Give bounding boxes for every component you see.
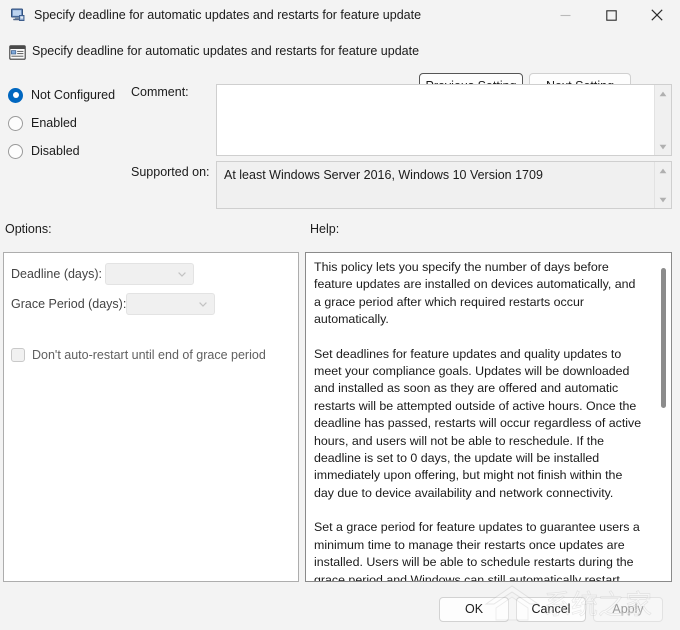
apply-button[interactable]: Apply (593, 597, 663, 622)
radio-label: Enabled (31, 116, 77, 130)
group-policy-setting-window: Specify deadline for automatic updates a… (0, 0, 680, 630)
title-bar: Specify deadline for automatic updates a… (0, 0, 680, 30)
minimize-button[interactable] (542, 0, 588, 30)
no-auto-restart-checkbox-row[interactable]: Don't auto-restart until end of grace pe… (11, 348, 266, 362)
chevron-down-icon (177, 269, 187, 279)
scroll-down-icon[interactable] (655, 191, 671, 208)
help-text: This policy lets you specify the number … (314, 259, 644, 582)
close-button[interactable] (634, 0, 680, 30)
scroll-down-icon[interactable] (655, 138, 671, 155)
supported-scrollbar[interactable] (654, 162, 671, 208)
policy-header: Specify deadline for automatic updates a… (0, 30, 680, 99)
help-scrollbar-thumb[interactable] (661, 268, 666, 408)
deadline-label: Deadline (days): (11, 267, 103, 281)
help-paragraph: This policy lets you specify the number … (314, 260, 636, 327)
comment-label: Comment: (131, 85, 189, 99)
radio-label: Not Configured (31, 88, 116, 102)
radio-indicator (8, 143, 23, 159)
supported-on-box: At least Windows Server 2016, Windows 10… (216, 161, 672, 209)
grace-period-label: Grace Period (days): (11, 297, 127, 311)
cancel-button[interactable]: Cancel (516, 597, 586, 622)
help-scrollbar[interactable] (657, 254, 670, 581)
no-auto-restart-label: Don't auto-restart until end of grace pe… (32, 348, 266, 362)
radio-label: Disabled (31, 144, 80, 158)
options-panel: Deadline (days): Grace Period (days): Do… (3, 252, 299, 582)
radio-indicator-selected (8, 87, 23, 103)
supported-on-label: Supported on: (131, 165, 210, 179)
grace-period-combobox[interactable] (126, 293, 215, 315)
radio-indicator (8, 115, 23, 131)
help-paragraph: Set deadlines for feature updates and qu… (314, 346, 642, 500)
radio-enabled[interactable]: Enabled (8, 114, 77, 132)
comment-textarea[interactable] (216, 84, 672, 156)
help-caption: Help: (310, 222, 340, 236)
checkbox-indicator (11, 348, 25, 362)
deadline-combobox[interactable] (105, 263, 194, 285)
help-panel[interactable]: This policy lets you specify the number … (305, 252, 672, 582)
computer-monitor-icon (10, 7, 26, 23)
scroll-up-icon[interactable] (655, 85, 671, 102)
comment-scrollbar[interactable] (654, 85, 671, 155)
maximize-button[interactable] (588, 0, 634, 30)
help-paragraph: Set a grace period for feature updates t… (314, 520, 640, 582)
window-title: Specify deadline for automatic updates a… (34, 8, 422, 22)
supported-on-text: At least Windows Server 2016, Windows 10… (224, 168, 543, 182)
chevron-down-icon (198, 299, 208, 309)
scroll-up-icon[interactable] (655, 162, 671, 179)
radio-disabled[interactable]: Disabled (8, 142, 80, 160)
radio-not-configured[interactable]: Not Configured (8, 86, 115, 104)
ok-button[interactable]: OK (439, 597, 509, 622)
options-caption: Options: (5, 222, 52, 236)
policy-title: Specify deadline for automatic updates a… (32, 44, 420, 58)
policy-setting-icon (9, 44, 26, 61)
